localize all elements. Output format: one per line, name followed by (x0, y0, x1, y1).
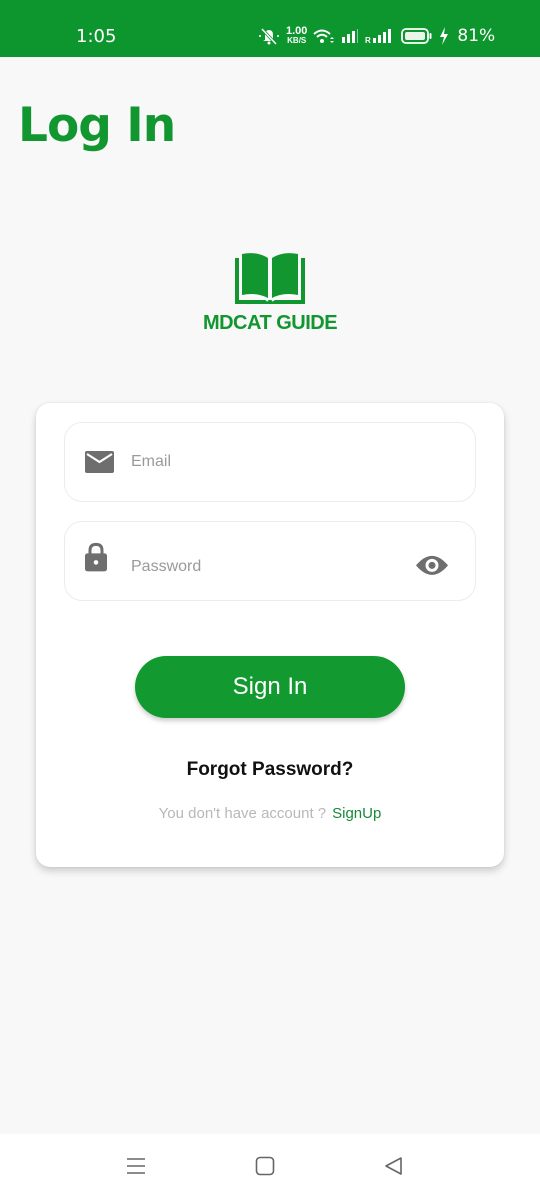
signal-icon (342, 29, 359, 43)
sign-in-button[interactable]: Sign In (135, 656, 405, 718)
status-icons: 1.00 KB/S R 81% (258, 24, 495, 48)
roaming-signal-icon: R (365, 29, 392, 44)
back-icon[interactable] (384, 1156, 404, 1176)
password-input[interactable] (131, 528, 401, 606)
app-logo: MDCAT GUIDE (196, 252, 344, 335)
lock-icon (85, 542, 107, 572)
signup-prompt: You don't have account ? (158, 805, 327, 822)
svg-text:R: R (365, 36, 371, 44)
logo-text: MDCAT GUIDE (202, 312, 338, 334)
menu-icon[interactable] (126, 1156, 146, 1176)
forgot-password-link[interactable]: Forgot Password? (36, 759, 504, 781)
signup-link[interactable]: SignUp (332, 805, 381, 822)
battery-percent: 81% (457, 26, 496, 46)
email-input[interactable] (131, 423, 401, 501)
login-card: Sign In Forgot Password? You don't have … (36, 403, 504, 867)
system-nav-bar (0, 1134, 540, 1200)
page-title: Log In (18, 98, 176, 153)
email-field[interactable] (64, 422, 476, 502)
charging-icon (440, 27, 449, 45)
open-book-icon (235, 253, 305, 304)
mail-icon (85, 451, 114, 473)
network-speed: 1.00 KB/S (286, 25, 308, 46)
wifi-icon (313, 29, 335, 43)
status-time: 1:05 (76, 26, 117, 47)
mute-icon (259, 27, 279, 45)
battery-icon (401, 28, 432, 44)
home-icon[interactable] (255, 1156, 275, 1176)
signup-row: You don't have account ? SignUp (36, 805, 504, 822)
eye-icon[interactable] (415, 554, 449, 576)
password-field[interactable] (64, 521, 476, 606)
status-bar: 1:05 1.00 KB/S R 81% (0, 0, 540, 57)
